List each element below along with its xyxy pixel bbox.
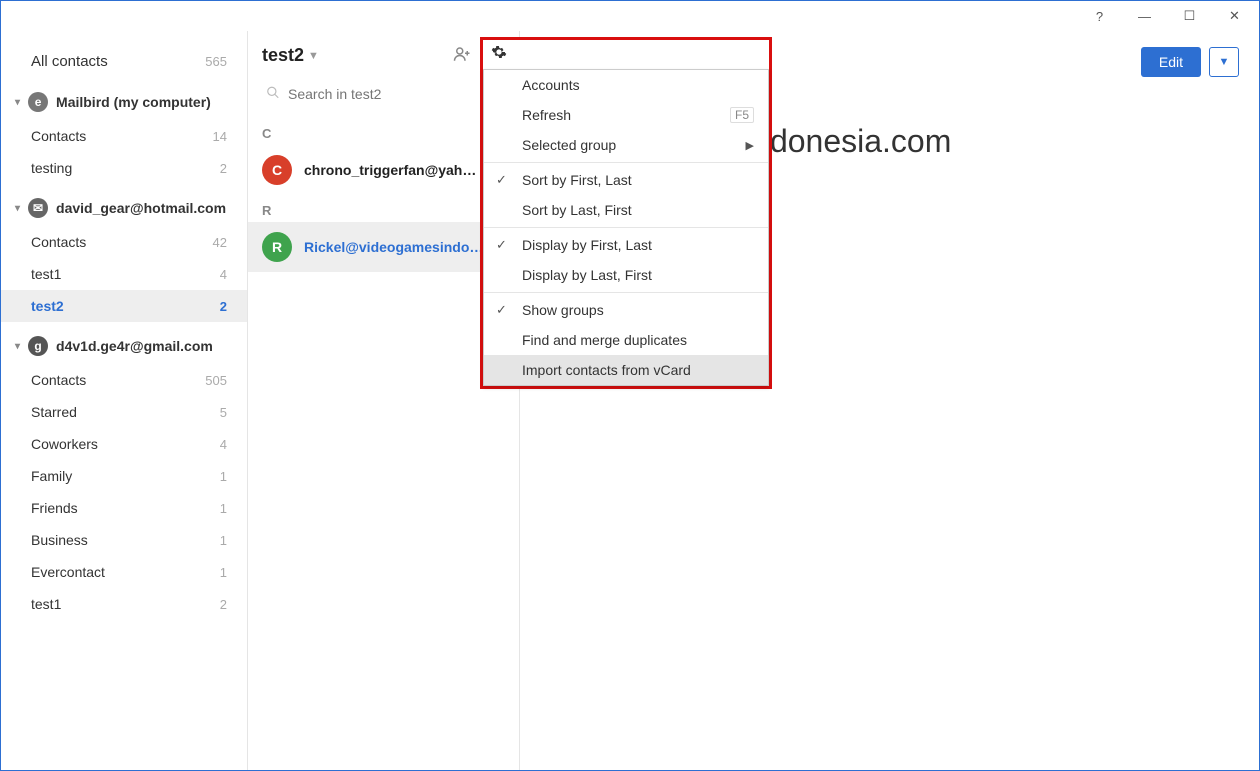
close-button[interactable]: ✕ [1212,2,1257,30]
caret-down-icon: ▾ [15,341,20,352]
sidebar-item-count: 2 [220,299,227,314]
minimize-button[interactable]: — [1122,2,1167,30]
contact-item[interactable]: Cchrono_triggerfan@yahoo... [248,145,519,195]
sidebar-item-count: 2 [220,161,227,176]
sidebar-item-label: Business [31,532,88,548]
sidebar-item[interactable]: Contacts 505 [1,364,247,396]
check-icon: ✓ [496,302,507,318]
letter-header: C [248,118,519,145]
sidebar-item-label: Family [31,468,72,484]
contact-item[interactable]: R Rickel@videogamesindon... [248,222,519,272]
contact-list-header: test2 ▼ [248,31,519,74]
menu-find-merge[interactable]: Find and merge duplicates [484,325,768,355]
avatar: C [262,155,292,185]
sidebar-item[interactable]: test2 2 [1,290,247,322]
menu-sort-first-last[interactable]: ✓ Sort by First, Last [484,165,768,195]
sidebar-item-label: Evercontact [31,564,105,580]
maximize-button[interactable]: ☐ [1167,2,1212,30]
titlebar: ? — ☐ ✕ [1,1,1259,31]
sidebar-item[interactable]: Family 1 [1,460,247,492]
account-icon: e [28,92,48,112]
contact-name: Rickel@videogamesindon... [304,239,484,255]
menu-refresh[interactable]: Refresh F5 [484,100,768,130]
menu-show-groups[interactable]: ✓ Show groups [484,295,768,325]
account-icon: ✉ [28,198,48,218]
avatar: R [262,232,292,262]
sidebar-item-count: 505 [205,373,227,388]
edit-button[interactable]: Edit [1141,47,1201,77]
sidebar-item[interactable]: Contacts 42 [1,226,247,258]
sidebar-item[interactable]: Starred 5 [1,396,247,428]
sidebar-item[interactable]: Evercontact 1 [1,556,247,588]
sidebar-item[interactable]: Contacts 14 [1,120,247,152]
sidebar-item-label: test2 [31,298,64,314]
sidebar-item-label: test1 [31,266,61,282]
sidebar-item[interactable]: test1 4 [1,258,247,290]
sidebar-item-count: 42 [213,235,227,250]
sidebar-item-count: 1 [220,533,227,548]
add-contact-icon[interactable] [453,45,471,66]
sidebar-item[interactable]: Business 1 [1,524,247,556]
sidebar-item-count: 4 [220,267,227,282]
sidebar-item-label: Friends [31,500,78,516]
check-icon: ✓ [496,237,507,253]
sidebar-item[interactable]: test1 2 [1,588,247,620]
app-window: ? — ☐ ✕ All contacts 565 ▾ e Mailbird (my … [0,0,1260,771]
contact-name: chrono_triggerfan@yahoo... [304,162,484,178]
sidebar-all-contacts[interactable]: All contacts 565 [1,45,247,78]
sidebar-item-label: Contacts [31,128,86,144]
submenu-arrow-icon: ▶ [746,139,754,152]
sidebar-item[interactable]: Friends 1 [1,492,247,524]
sidebar-item-count: 1 [220,565,227,580]
caret-down-icon: ▾ [15,203,20,214]
menu-selected-group[interactable]: Selected group ▶ [484,130,768,160]
sidebar-item-label: Starred [31,404,77,420]
search-input[interactable] [262,80,505,108]
edit-dropdown-button[interactable]: ▼ [1209,47,1239,77]
sidebar: All contacts 565 ▾ e Mailbird (my computer… [1,31,248,770]
account-name: d4v1d.ge4r@gmail.com [56,338,213,354]
settings-menu: Accounts Refresh F5 Selected group ▶ ✓ S… [483,69,769,386]
group-title-text: test2 [262,45,304,66]
menu-display-first-last[interactable]: ✓ Display by First, Last [484,230,768,260]
help-button[interactable]: ? [1077,2,1122,30]
search-icon [266,86,280,103]
sidebar-account-header[interactable]: ▾ ✉ david_gear@hotmail.com [1,190,247,226]
sidebar-item[interactable]: testing 2 [1,152,247,184]
sidebar-item-count: 5 [220,405,227,420]
gear-icon[interactable] [491,47,507,64]
chevron-down-icon: ▼ [1219,56,1230,68]
shortcut-key: F5 [730,107,754,123]
account-name: Mailbird (my computer) [56,94,211,110]
sidebar-item-count: 4 [220,437,227,452]
sidebar-item[interactable]: Coworkers 4 [1,428,247,460]
sidebar-item-count: 2 [220,597,227,612]
menu-sort-last-first[interactable]: Sort by Last, First [484,195,768,225]
caret-down-icon: ▾ [15,97,20,108]
all-contacts-count: 565 [205,54,227,69]
sidebar-item-count: 1 [220,469,227,484]
letter-header: R [248,195,519,222]
sidebar-account-header[interactable]: ▾ e Mailbird (my computer) [1,84,247,120]
sidebar-item-label: Contacts [31,372,86,388]
account-name: david_gear@hotmail.com [56,200,226,216]
check-icon: ✓ [496,172,507,188]
menu-accounts[interactable]: Accounts [484,70,768,100]
sidebar-account-header[interactable]: ▾ g d4v1d.ge4r@gmail.com [1,328,247,364]
group-title[interactable]: test2 ▼ [262,45,319,66]
all-contacts-label: All contacts [31,53,108,70]
sidebar-item-label: test1 [31,596,61,612]
sidebar-item-count: 1 [220,501,227,516]
menu-display-last-first[interactable]: Display by Last, First [484,260,768,290]
sidebar-item-label: Contacts [31,234,86,250]
menu-import-vcard[interactable]: Import contacts from vCard [484,355,768,385]
sidebar-item-label: testing [31,160,72,176]
settings-menu-highlight: Accounts Refresh F5 Selected group ▶ ✓ S… [480,37,772,389]
sidebar-item-count: 14 [213,129,227,144]
group-dropdown-icon: ▼ [308,50,319,62]
account-icon: g [28,336,48,356]
sidebar-item-label: Coworkers [31,436,98,452]
